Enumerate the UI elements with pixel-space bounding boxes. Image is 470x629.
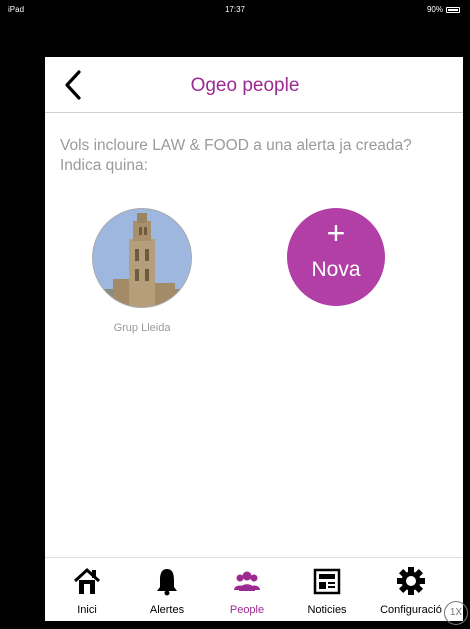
tab-label: Alertes	[149, 604, 185, 616]
tab-label: People	[229, 604, 265, 616]
tab-inici[interactable]: Inici	[52, 558, 122, 621]
battery-percent: 90%	[426, 5, 443, 14]
new-alert-button[interactable]: + Nova	[287, 208, 385, 306]
tower-image	[93, 209, 191, 307]
bell-icon	[157, 569, 177, 596]
status-time: 17:37	[224, 5, 246, 14]
tab-label: Noticies	[307, 604, 347, 616]
battery-status: 90%	[427, 5, 460, 14]
tab-bar: Inici Alertes People Noticies Configurac…	[45, 557, 463, 621]
zoom-badge[interactable]: 1X	[444, 601, 468, 625]
tab-people[interactable]: People	[212, 558, 282, 621]
battery-icon	[446, 6, 460, 13]
group-label: Grup Lleida	[113, 322, 171, 334]
tab-configuracio[interactable]: Configuració	[376, 558, 446, 621]
tab-label: Inici	[77, 604, 97, 616]
plus-icon: +	[326, 215, 346, 251]
people-icon	[234, 571, 260, 591]
newspaper-icon	[313, 568, 341, 595]
home-icon	[73, 567, 101, 594]
group-avatar[interactable]	[92, 208, 192, 308]
new-alert-label: Nova	[311, 258, 361, 281]
gear-icon	[397, 567, 425, 595]
status-bar: iPad 17:37 90%	[0, 0, 470, 18]
tab-label: Configuració	[380, 604, 442, 616]
tab-alertes[interactable]: Alertes	[132, 558, 202, 621]
page-title: Ogeo people	[190, 75, 300, 96]
prompt-text: Vols incloure LAW & FOOD a una alerta ja…	[60, 137, 412, 174]
navigation-header: Ogeo people	[45, 57, 463, 113]
app-screen: Ogeo people Vols incloure LAW & FOOD a u…	[45, 57, 463, 621]
tab-noticies[interactable]: Noticies	[292, 558, 362, 621]
